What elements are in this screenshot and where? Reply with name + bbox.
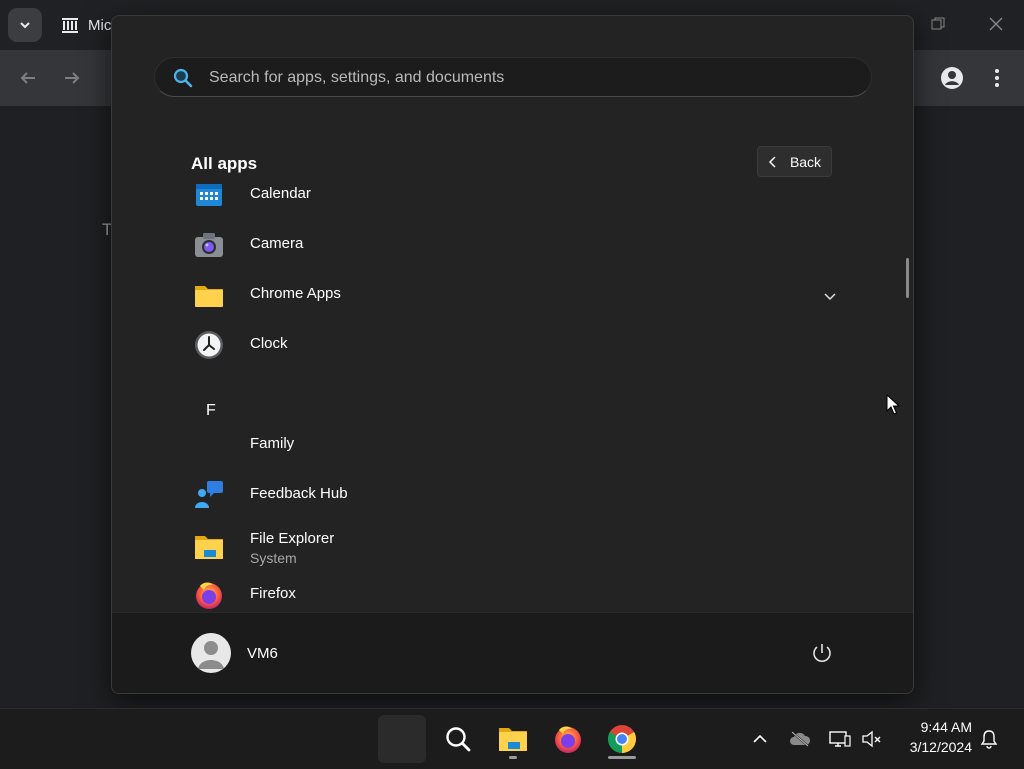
- app-item-camera[interactable]: Camera: [184, 221, 844, 267]
- scrollbar-thumb[interactable]: [906, 258, 909, 298]
- letter-header-f[interactable]: F: [206, 402, 216, 420]
- expand-chevron-icon[interactable]: [824, 288, 836, 306]
- folder-icon: [194, 280, 224, 310]
- active-indicator: [608, 756, 636, 759]
- app-item-file-explorer[interactable]: File Explorer System: [184, 521, 844, 567]
- start-menu: All apps Back Calendar Camera Chrome App…: [111, 15, 914, 694]
- app-item-chrome-apps[interactable]: Chrome Apps: [184, 271, 844, 317]
- app-item-label: Clock: [250, 335, 288, 352]
- search-icon: [173, 68, 193, 93]
- app-item-label: Chrome Apps: [250, 285, 341, 302]
- notification-bell-icon[interactable]: [977, 727, 1001, 751]
- start-menu-footer: VM6: [112, 612, 913, 693]
- camera-icon: [194, 230, 224, 260]
- app-item-label: Firefox: [250, 585, 296, 602]
- taskbar-search-icon[interactable]: [434, 715, 482, 763]
- show-hidden-icons-chevron-icon[interactable]: [748, 727, 772, 751]
- firefox-icon: [194, 580, 224, 610]
- profile-icon[interactable]: [939, 65, 965, 91]
- taskbar-start-button[interactable]: [378, 715, 426, 763]
- power-icon[interactable]: [809, 640, 835, 666]
- app-item-label: Feedback Hub: [250, 485, 348, 502]
- app-item-family[interactable]: Family: [184, 421, 844, 467]
- running-indicator: [509, 756, 517, 759]
- tab-search-button[interactable]: [8, 8, 42, 42]
- app-item-sublabel: System: [250, 550, 297, 566]
- user-name[interactable]: VM6: [247, 645, 278, 662]
- all-apps-title: All apps: [191, 154, 258, 173]
- clock-date[interactable]: 3/12/2024: [896, 739, 972, 755]
- taskbar-file-explorer-icon[interactable]: [489, 715, 537, 763]
- app-item-calendar[interactable]: Calendar: [184, 183, 844, 217]
- tab-favicon-icon: [60, 15, 80, 40]
- calendar-icon: [194, 183, 224, 210]
- chevron-down-icon: [20, 22, 30, 29]
- clock-time[interactable]: 9:44 AM: [900, 719, 972, 735]
- app-item-label: Camera: [250, 235, 304, 252]
- back-button[interactable]: Back: [757, 146, 832, 177]
- chevron-left-icon: [768, 155, 776, 168]
- search-input[interactable]: [207, 58, 851, 98]
- taskbar: 9:44 AM 3/12/2024: [0, 708, 1024, 769]
- start-search-box[interactable]: [154, 57, 872, 98]
- forward-arrow-icon[interactable]: [59, 65, 85, 91]
- app-item-feedback-hub[interactable]: Feedback Hub: [184, 471, 844, 517]
- network-icon[interactable]: [828, 727, 852, 751]
- onedrive-cloud-icon[interactable]: [788, 727, 812, 751]
- app-item-clock[interactable]: Clock: [184, 321, 844, 367]
- app-item-label: Calendar: [250, 185, 311, 202]
- feedback-hub-icon: [194, 480, 224, 510]
- all-apps-list: Calendar Camera Chrome Apps Clock F Fami…: [112, 183, 912, 612]
- app-item-label: Family: [250, 435, 295, 452]
- user-avatar-icon[interactable]: [191, 633, 231, 673]
- app-item-firefox[interactable]: Firefox: [184, 571, 844, 612]
- taskbar-firefox-icon[interactable]: [544, 715, 592, 763]
- more-menu-icon[interactable]: [984, 65, 1010, 91]
- back-arrow-icon[interactable]: [15, 65, 41, 91]
- app-item-label: File Explorer: [250, 530, 335, 547]
- restore-window-icon[interactable]: [928, 14, 948, 34]
- clock-icon: [194, 330, 224, 360]
- close-window-icon[interactable]: [986, 14, 1006, 34]
- mouse-cursor-icon: [886, 393, 901, 421]
- back-button-label: Back: [789, 153, 822, 170]
- volume-muted-icon[interactable]: [860, 727, 884, 751]
- tab-title[interactable]: Mic: [88, 17, 111, 34]
- taskbar-chrome-icon[interactable]: [598, 715, 646, 763]
- file-explorer-icon: [194, 532, 224, 562]
